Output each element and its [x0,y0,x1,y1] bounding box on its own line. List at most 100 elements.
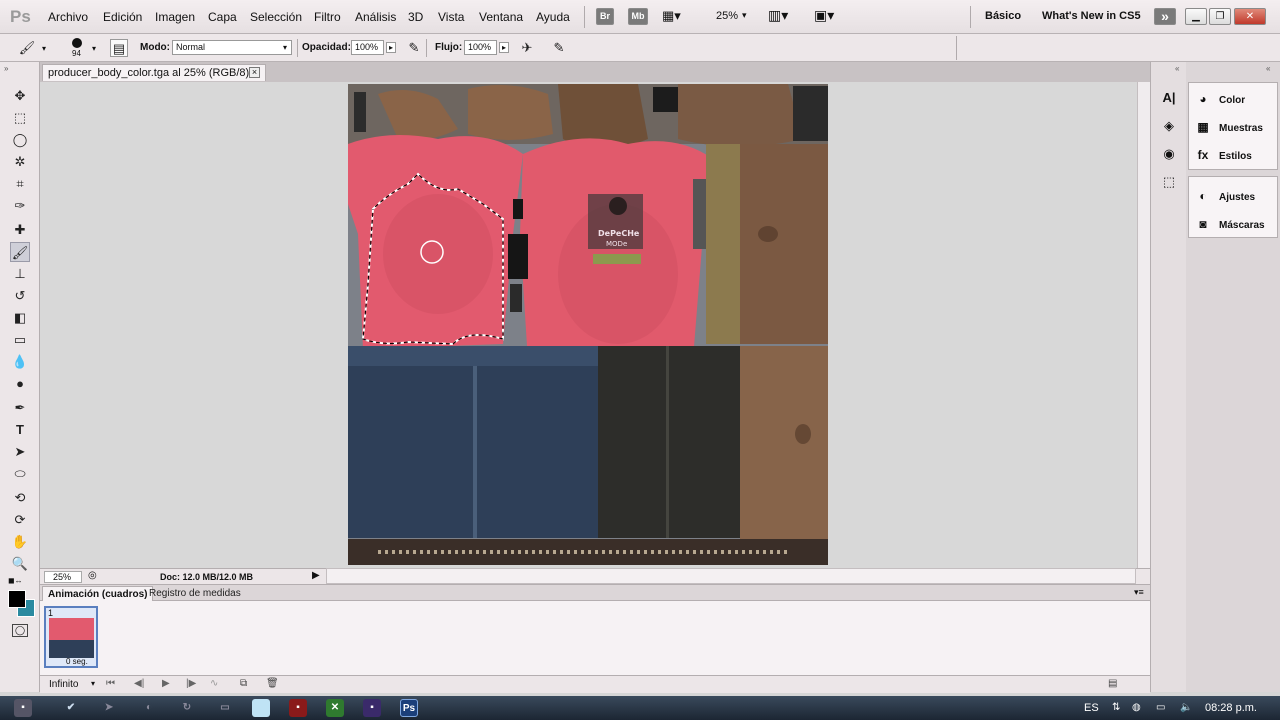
3d-panel-icon[interactable]: ◉ [1159,144,1179,164]
loop-select[interactable]: Infinito [49,679,78,690]
task-app-purple-icon[interactable]: ▪ [363,699,381,717]
menu-seleccion[interactable]: Selección [250,10,302,24]
menu-archivo[interactable]: Archivo [48,10,88,24]
document-tab[interactable]: producer_body_color.tga al 25% (RGB/8) × [42,64,266,81]
panel-masks[interactable]: ◙ Máscaras [1195,214,1264,234]
task-check-icon[interactable]: ✔ [62,699,80,717]
tablet-pressure-opacity-icon[interactable]: ✎ [405,39,423,57]
status-menu-arrow-icon[interactable]: ▶ [312,570,320,581]
menu-analisis[interactable]: Análisis [355,10,396,24]
tray-volume-icon[interactable]: 🔈 [1180,702,1192,713]
brush-tool-preset-icon[interactable]: 🖌 [18,39,36,57]
menu-3d[interactable]: 3D [408,10,423,24]
horizontal-scrollbar[interactable] [326,568,1136,584]
task-circle-icon[interactable]: ◐ [140,699,158,717]
workspace-whats-new[interactable]: What's New in CS5 [1042,10,1141,22]
tab-measurement-log[interactable]: Registro de medidas [144,586,246,601]
panel-swatches[interactable]: ▦ Muestras [1195,117,1263,137]
chevron-down-icon[interactable]: ▾ [42,44,46,53]
history-brush-tool-icon[interactable]: ↺ [10,286,30,306]
menu-filtro[interactable]: Filtro [314,10,341,24]
bridge-button[interactable]: Br [596,8,614,25]
delete-frame-icon[interactable]: 🗑 [266,678,279,689]
status-info-icon[interactable]: ◎ [88,570,97,581]
texture-image[interactable]: DePeCHe MODe [348,84,828,565]
duplicate-frame-icon[interactable]: ⧉ [240,678,247,689]
chevron-down-icon[interactable]: ▾ [283,43,287,52]
flow-field[interactable]: 100% [464,40,497,55]
healing-brush-tool-icon[interactable]: ✚ [10,220,30,240]
ellipse-tool-icon[interactable]: ⬭ [10,464,30,484]
quick-selection-tool-icon[interactable]: ✲ [10,152,30,172]
3d-rotate-tool-icon[interactable]: ⟲ [10,488,30,508]
tray-network-icon[interactable]: ◍ [1132,702,1141,713]
frame-delay[interactable]: 0 seg. [66,657,88,666]
close-icon[interactable]: ✕ [1234,8,1266,25]
panel-adjustments[interactable]: ◐ Ajustes [1195,186,1255,206]
panel-menu-icon[interactable]: ▾≡ [1134,587,1144,598]
tray-monitor-icon[interactable]: ▭ [1156,702,1165,713]
zoom-level-dropdown[interactable]: 25% [716,10,738,22]
task-app-green-icon[interactable]: ✕ [326,699,344,717]
default-colors-icon[interactable]: ◼↔ [8,576,23,585]
path-selection-tool-icon[interactable]: ➤ [10,442,30,462]
brush-panel-icon[interactable]: ▤ [110,39,128,57]
view-extras-icon[interactable]: ▦▾ [662,8,692,25]
collapse-panel-icon[interactable]: » [4,64,8,73]
play-icon[interactable]: ▶ [162,678,170,689]
collapse-dock-icon[interactable]: « [1266,64,1270,73]
mode-select[interactable]: Normal [172,40,292,55]
chevron-down-icon[interactable]: ▾ [91,679,95,688]
task-refresh-icon[interactable]: ↻ [178,699,196,717]
3d-orbit-tool-icon[interactable]: ⟳ [10,510,30,530]
transform-panel-icon[interactable]: ⬚ [1159,172,1179,192]
first-frame-icon[interactable]: ⏮ [106,678,115,689]
task-arrow-icon[interactable]: ➤ [100,699,118,717]
crop-tool-icon[interactable]: ⌗ [10,174,30,194]
workspace-expand-button[interactable]: » [1154,8,1176,25]
pen-tool-icon[interactable]: ✒ [10,398,30,418]
menu-imagen[interactable]: Imagen [155,10,195,24]
tab-animation[interactable]: Animación (cuadros) [42,586,154,601]
brush-tip-icon[interactable] [72,38,82,48]
layers-panel-icon[interactable]: ◈ [1159,116,1179,136]
previous-frame-icon[interactable]: ◀| [134,678,144,689]
tablet-pressure-size-icon[interactable]: ✎ [550,39,568,57]
menu-ayuda[interactable]: Ayuda [536,10,570,24]
close-document-icon[interactable]: × [249,67,260,78]
dodge-tool-icon[interactable]: ● [10,374,30,394]
workspace-basic[interactable]: Básico [985,10,1021,22]
gradient-tool-icon[interactable]: ▭ [10,330,30,350]
menu-ventana[interactable]: Ventana [479,10,523,24]
blur-tool-icon[interactable]: 💧 [10,352,30,372]
quick-mask-icon[interactable]: ◯ [12,624,28,637]
foreground-color-swatch[interactable] [8,590,26,608]
task-photoshop-icon[interactable]: Ps [400,699,418,717]
animation-frame-1[interactable]: 1 0 seg. [44,606,98,668]
minimize-icon[interactable]: ▁ [1185,8,1207,25]
menu-vista[interactable]: Vista [438,10,464,24]
menu-edicion[interactable]: Edición [103,10,142,24]
chevron-right-icon[interactable]: ▸ [499,42,510,53]
panel-styles[interactable]: fx Estilos [1195,145,1252,165]
language-indicator[interactable]: ES [1084,702,1099,714]
opacity-field[interactable]: 100% [351,40,384,55]
collapse-dock-icon[interactable]: « [1175,64,1179,73]
lasso-tool-icon[interactable]: ◯ [10,130,30,150]
eraser-tool-icon[interactable]: ◧ [10,308,30,328]
convert-timeline-icon[interactable]: ▤ [1108,678,1117,689]
chevron-down-icon[interactable]: ▾ [92,44,96,53]
screen-mode-icon[interactable]: ▣▾ [814,7,834,24]
brush-tool-icon[interactable]: 🖌 [10,242,30,262]
task-app-red-icon[interactable]: ▪ [289,699,307,717]
panel-color[interactable]: ◕ Color [1195,89,1245,109]
mini-bridge-button[interactable]: Mb [628,8,648,25]
vertical-scrollbar[interactable] [1137,82,1150,568]
eyedropper-tool-icon[interactable]: ✑ [10,196,30,216]
menu-capa[interactable]: Capa [208,10,237,24]
marquee-tool-icon[interactable]: ⬚ [10,108,30,128]
character-panel-icon[interactable]: A| [1159,88,1179,108]
zoom-tool-icon[interactable]: 🔍 [10,554,30,574]
move-tool-icon[interactable]: ✥ [10,86,30,106]
type-tool-icon[interactable]: T [10,420,30,440]
